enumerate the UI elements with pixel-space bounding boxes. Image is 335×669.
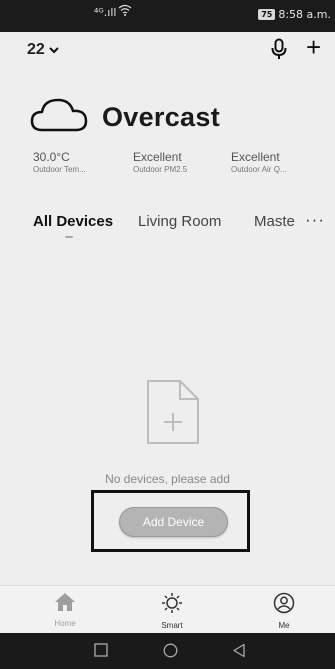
bottom-tab-bar: Home Smart Me bbox=[0, 585, 335, 634]
metric-pm25: Excellent Outdoor PM2.5 bbox=[133, 150, 187, 174]
active-tab-indicator bbox=[65, 236, 73, 238]
weather-summary: Overcast bbox=[30, 98, 220, 137]
home-selector[interactable]: 22 bbox=[27, 41, 59, 59]
tab-me[interactable]: Me bbox=[254, 592, 314, 630]
wifi-icon bbox=[118, 4, 132, 19]
add-file-icon bbox=[146, 379, 200, 450]
microphone-icon[interactable] bbox=[271, 38, 287, 65]
metric-label: Outdoor Air Q... bbox=[231, 165, 287, 174]
app-header: 22 + bbox=[0, 32, 335, 74]
square-icon[interactable] bbox=[94, 643, 108, 662]
more-icon[interactable]: ··· bbox=[305, 210, 325, 230]
metric-label: Outdoor Tem... bbox=[33, 165, 86, 174]
add-button[interactable]: + bbox=[306, 34, 321, 60]
status-right: 75 8:58 a.m. bbox=[258, 8, 331, 21]
metric-value: Excellent bbox=[231, 150, 280, 164]
chevron-down-icon bbox=[49, 41, 59, 59]
metric-temperature: 30.0°C Outdoor Tem... bbox=[33, 150, 86, 174]
cloud-icon bbox=[30, 98, 88, 137]
add-device-button[interactable]: Add Device bbox=[119, 507, 228, 537]
metric-air-quality: Excellent Outdoor Air Q... bbox=[231, 150, 287, 174]
tab-label: Me bbox=[278, 621, 290, 630]
system-nav-bar bbox=[0, 633, 335, 669]
tab-living-room[interactable]: Living Room bbox=[138, 213, 221, 230]
home-icon bbox=[55, 593, 75, 611]
metric-label: Outdoor PM2.5 bbox=[133, 165, 188, 174]
clock: 8:58 a.m. bbox=[278, 8, 331, 21]
empty-message: No devices, please add bbox=[105, 472, 230, 486]
tab-home[interactable]: Home bbox=[35, 592, 95, 628]
tab-smart[interactable]: Smart bbox=[142, 592, 202, 630]
metric-value: Excellent bbox=[133, 150, 182, 164]
weather-condition: Overcast bbox=[102, 102, 220, 132]
battery-icon: 75 bbox=[258, 9, 276, 20]
room-tabs: All Devices Living Room Maste ··· bbox=[33, 210, 333, 243]
tab-label: Home bbox=[54, 619, 76, 628]
home-name: 22 bbox=[27, 41, 45, 58]
metric-value: 30.0°C bbox=[33, 150, 70, 164]
triangle-back-icon[interactable] bbox=[232, 643, 246, 663]
tab-master[interactable]: Maste bbox=[254, 213, 295, 230]
circle-icon[interactable] bbox=[163, 643, 178, 663]
sun-icon bbox=[162, 593, 182, 613]
tab-all-devices[interactable]: All Devices bbox=[33, 213, 113, 230]
profile-icon bbox=[273, 592, 295, 614]
status-bar: ⁴ᴳ.ıll 75 8:58 a.m. bbox=[0, 0, 335, 32]
tab-label: Smart bbox=[161, 621, 183, 630]
signal-icon: ⁴ᴳ.ıll bbox=[94, 6, 117, 19]
